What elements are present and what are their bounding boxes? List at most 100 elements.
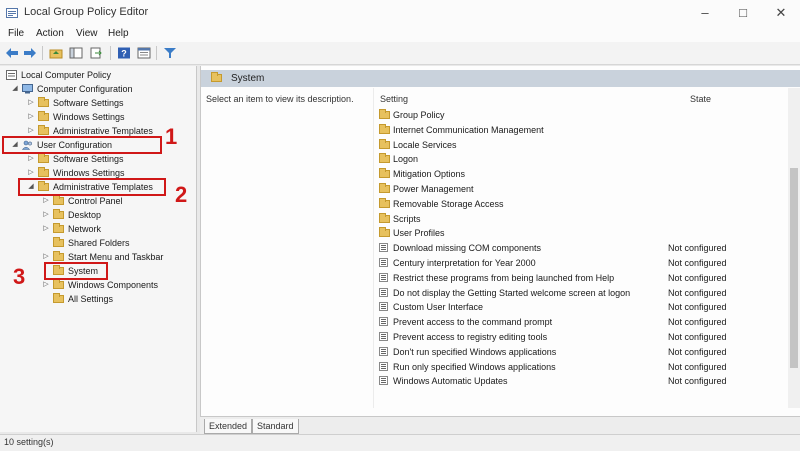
setting-name: Scripts bbox=[393, 213, 421, 224]
setting-name: Don't run specified Windows applications bbox=[393, 346, 557, 357]
setting-name: Mitigation Options bbox=[393, 169, 466, 180]
maximize-icon: □ bbox=[739, 5, 747, 20]
list-item-policy[interactable]: Download missing COM components Not confi… bbox=[377, 241, 777, 255]
menu-action[interactable]: Action bbox=[36, 28, 64, 39]
expand-arrow-icon[interactable]: ▷ bbox=[27, 110, 35, 124]
forward-arrow-icon bbox=[24, 48, 36, 58]
minimize-button[interactable]: – bbox=[686, 3, 724, 23]
folder-up-icon bbox=[49, 49, 63, 59]
highlight-box-user-configuration bbox=[2, 136, 162, 154]
list-item-folder[interactable]: Locale Services bbox=[377, 138, 777, 152]
setting-name: Locale Services bbox=[393, 139, 457, 150]
menu-view[interactable]: View bbox=[76, 28, 98, 39]
setting-name: Removable Storage Access bbox=[393, 198, 504, 209]
setting-name: Restrict these programs from being launc… bbox=[393, 272, 615, 283]
list-item-folder[interactable]: Removable Storage Access bbox=[377, 197, 777, 211]
export-list-button[interactable] bbox=[88, 45, 104, 61]
list-item-policy[interactable]: Prevent access to registry editing tools… bbox=[377, 330, 777, 344]
setting-state: Not configured bbox=[668, 332, 727, 342]
list-item-policy[interactable]: Run only specified Windows applications N… bbox=[377, 360, 777, 374]
list-item-policy[interactable]: Restrict these programs from being launc… bbox=[377, 271, 777, 285]
folder-icon bbox=[53, 223, 64, 233]
list-item-policy[interactable]: Prevent access to the command prompt Not … bbox=[377, 315, 777, 329]
expand-arrow-icon[interactable]: ▷ bbox=[42, 278, 50, 292]
help-button[interactable]: ? bbox=[116, 45, 132, 61]
setting-name: User Profiles bbox=[393, 228, 445, 239]
console-tree[interactable]: Local Computer Policy ◢ Computer Configu… bbox=[0, 66, 197, 432]
toolbar-separator bbox=[42, 46, 43, 60]
step-number-3: 3 bbox=[13, 264, 26, 289]
setting-state: Not configured bbox=[668, 361, 727, 372]
column-divider bbox=[373, 88, 374, 408]
folder-icon bbox=[379, 153, 390, 164]
setting-name: Do not display the Getting Started welco… bbox=[393, 287, 631, 298]
maximize-button[interactable]: □ bbox=[724, 3, 762, 23]
folder-icon bbox=[379, 138, 390, 149]
vertical-scrollbar[interactable] bbox=[788, 88, 800, 408]
folder-icon bbox=[38, 125, 49, 135]
expand-arrow-icon[interactable]: ▷ bbox=[42, 194, 50, 208]
status-bar: 10 setting(s) bbox=[0, 434, 800, 451]
console-tree-icon bbox=[69, 47, 83, 59]
export-icon bbox=[90, 47, 102, 59]
filter-button[interactable] bbox=[162, 45, 178, 61]
scrollbar-thumb[interactable] bbox=[790, 168, 798, 368]
title-bar: Local Group Policy Editor – □ ✕ bbox=[0, 0, 800, 27]
expand-arrow-icon[interactable]: ▷ bbox=[27, 152, 35, 166]
list-item-policy[interactable]: Custom User Interface Not configured bbox=[377, 300, 777, 314]
list-item-folder[interactable]: Scripts bbox=[377, 212, 777, 226]
forward-button[interactable] bbox=[22, 45, 38, 61]
setting-state: Not configured bbox=[668, 243, 727, 254]
setting-state: Not configured bbox=[668, 346, 727, 357]
list-item-folder[interactable]: Group Policy bbox=[377, 108, 777, 122]
folder-icon bbox=[53, 209, 64, 219]
list-item-policy[interactable]: Century interpretation for Year 2000 Not … bbox=[377, 256, 777, 270]
policy-setting-icon bbox=[379, 258, 388, 267]
expand-arrow-icon[interactable]: ▷ bbox=[27, 96, 35, 110]
policy-setting-icon bbox=[379, 287, 388, 297]
close-button[interactable]: ✕ bbox=[762, 3, 800, 23]
status-text: 10 setting(s) bbox=[4, 437, 54, 447]
highlight-box-system bbox=[44, 262, 108, 280]
list-item-folder[interactable]: Internet Communication Management bbox=[377, 123, 777, 137]
list-item-folder[interactable]: Power Management bbox=[377, 182, 777, 196]
list-item-policy[interactable]: Windows Automatic Updates Not configured bbox=[377, 374, 777, 388]
close-icon: ✕ bbox=[775, 5, 787, 20]
folder-icon bbox=[379, 197, 390, 208]
folder-icon bbox=[379, 212, 390, 223]
list-item-folder[interactable]: Mitigation Options bbox=[377, 167, 777, 181]
folder-icon bbox=[211, 72, 222, 82]
tab-standard[interactable]: Standard bbox=[252, 419, 299, 434]
properties-button[interactable] bbox=[136, 45, 152, 61]
expand-arrow-icon[interactable]: ▷ bbox=[42, 208, 50, 222]
menu-file[interactable]: File bbox=[8, 28, 24, 39]
setting-state: Not configured bbox=[668, 376, 727, 387]
list-item-folder[interactable]: Logon bbox=[377, 152, 777, 166]
setting-state: Not configured bbox=[668, 317, 727, 328]
collapse-arrow-icon[interactable]: ◢ bbox=[11, 82, 19, 96]
tab-extended[interactable]: Extended bbox=[204, 419, 253, 434]
details-pane: System Select an item to view its descri… bbox=[200, 66, 800, 416]
folder-icon bbox=[38, 111, 49, 121]
policy-setting-icon bbox=[379, 332, 388, 341]
pane-header-title: System bbox=[231, 73, 265, 84]
expand-arrow-icon[interactable]: ▷ bbox=[42, 222, 50, 236]
folder-icon bbox=[379, 168, 390, 179]
column-header-setting[interactable]: Setting bbox=[380, 94, 408, 104]
minimize-icon: – bbox=[701, 5, 709, 20]
group-policy-app-icon bbox=[6, 8, 18, 18]
window-title: Local Group Policy Editor bbox=[24, 6, 149, 18]
menu-help[interactable]: Help bbox=[108, 28, 129, 39]
policy-setting-icon bbox=[379, 317, 388, 327]
back-button[interactable] bbox=[4, 45, 20, 61]
folder-icon bbox=[53, 251, 64, 261]
list-item-folder[interactable]: User Profiles bbox=[377, 226, 777, 240]
setting-name: Custom User Interface bbox=[393, 302, 484, 313]
column-header-state[interactable]: State bbox=[690, 94, 711, 104]
up-folder-button[interactable] bbox=[48, 45, 64, 61]
toolbar: ? bbox=[0, 42, 800, 65]
list-item-policy[interactable]: Do not display the Getting Started welco… bbox=[377, 286, 777, 300]
folder-icon bbox=[379, 123, 390, 134]
show-hide-tree-button[interactable] bbox=[68, 45, 84, 61]
list-item-policy[interactable]: Don't run specified Windows applications… bbox=[377, 345, 777, 359]
